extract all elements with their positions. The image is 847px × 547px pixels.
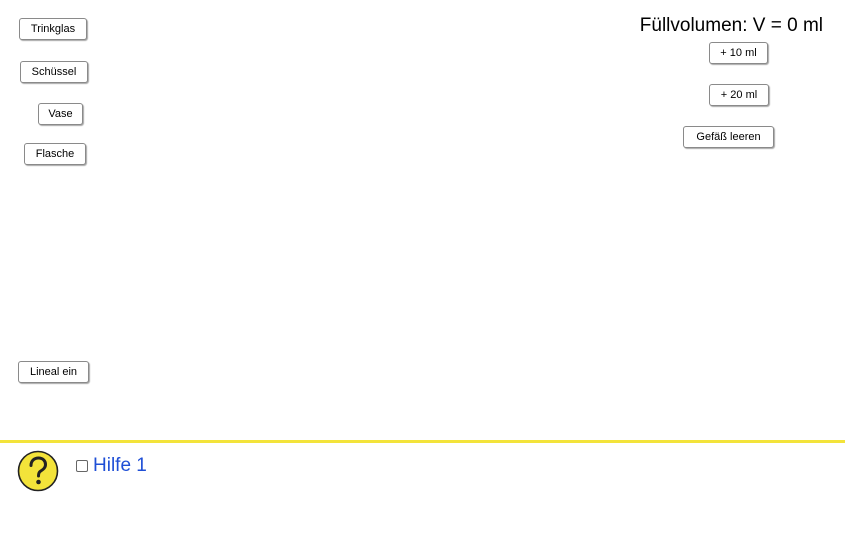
trinkglas-button[interactable]: Trinkglas xyxy=(19,18,87,40)
lineal-button[interactable]: Lineal ein xyxy=(18,361,89,383)
flasche-button[interactable]: Flasche xyxy=(24,143,86,165)
question-icon xyxy=(17,450,59,492)
help-toggle[interactable]: Hilfe 1 xyxy=(76,455,147,477)
add-10ml-button[interactable]: + 10 ml xyxy=(709,42,768,64)
add-20ml-button[interactable]: + 20 ml xyxy=(709,84,769,106)
schuessel-button[interactable]: Schüssel xyxy=(20,61,88,83)
empty-vessel-button[interactable]: Gefäß leeren xyxy=(683,126,774,148)
fuellvolumen-label: Füllvolumen: V = 0 ml xyxy=(639,15,823,36)
help-checkbox[interactable] xyxy=(76,460,88,472)
vase-button[interactable]: Vase xyxy=(38,103,83,125)
divider-line xyxy=(0,440,845,443)
help-label[interactable]: Hilfe 1 xyxy=(93,455,147,477)
